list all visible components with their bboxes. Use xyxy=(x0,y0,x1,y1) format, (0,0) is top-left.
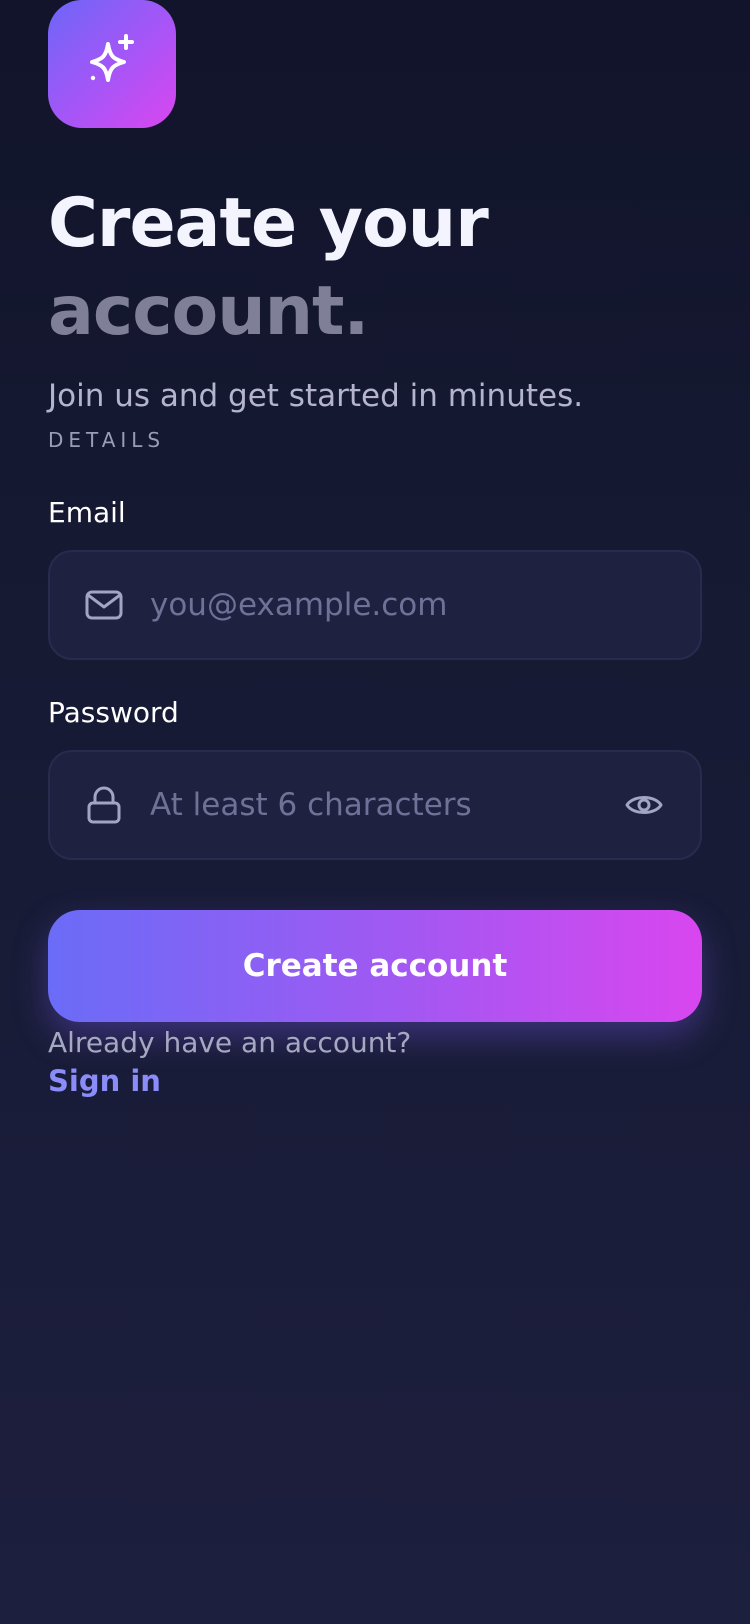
lock-icon xyxy=(84,785,124,825)
email-input[interactable] xyxy=(148,586,700,624)
signin-prompt-text: Already have an account? xyxy=(48,1026,412,1059)
password-input[interactable] xyxy=(148,786,622,824)
create-account-screen: Create your account. Join us and get sta… xyxy=(0,0,750,1624)
email-field-container[interactable] xyxy=(48,550,702,660)
title-line-1: Create your xyxy=(48,184,489,263)
section-label-details: DETAILS xyxy=(48,428,166,452)
sign-in-link[interactable]: Sign in xyxy=(48,1064,161,1098)
app-logo xyxy=(48,0,176,128)
create-account-button[interactable]: Create account xyxy=(48,910,702,1022)
eye-icon[interactable] xyxy=(622,783,666,827)
email-label: Email xyxy=(48,496,126,529)
password-field-container[interactable] xyxy=(48,750,702,860)
title-line-2: account. xyxy=(48,272,369,351)
page-subtitle: Join us and get started in minutes. xyxy=(48,378,584,414)
mail-icon xyxy=(84,585,124,625)
password-label: Password xyxy=(48,696,179,729)
sparkles-icon xyxy=(80,30,144,98)
page-title: Create your account. xyxy=(48,180,489,356)
